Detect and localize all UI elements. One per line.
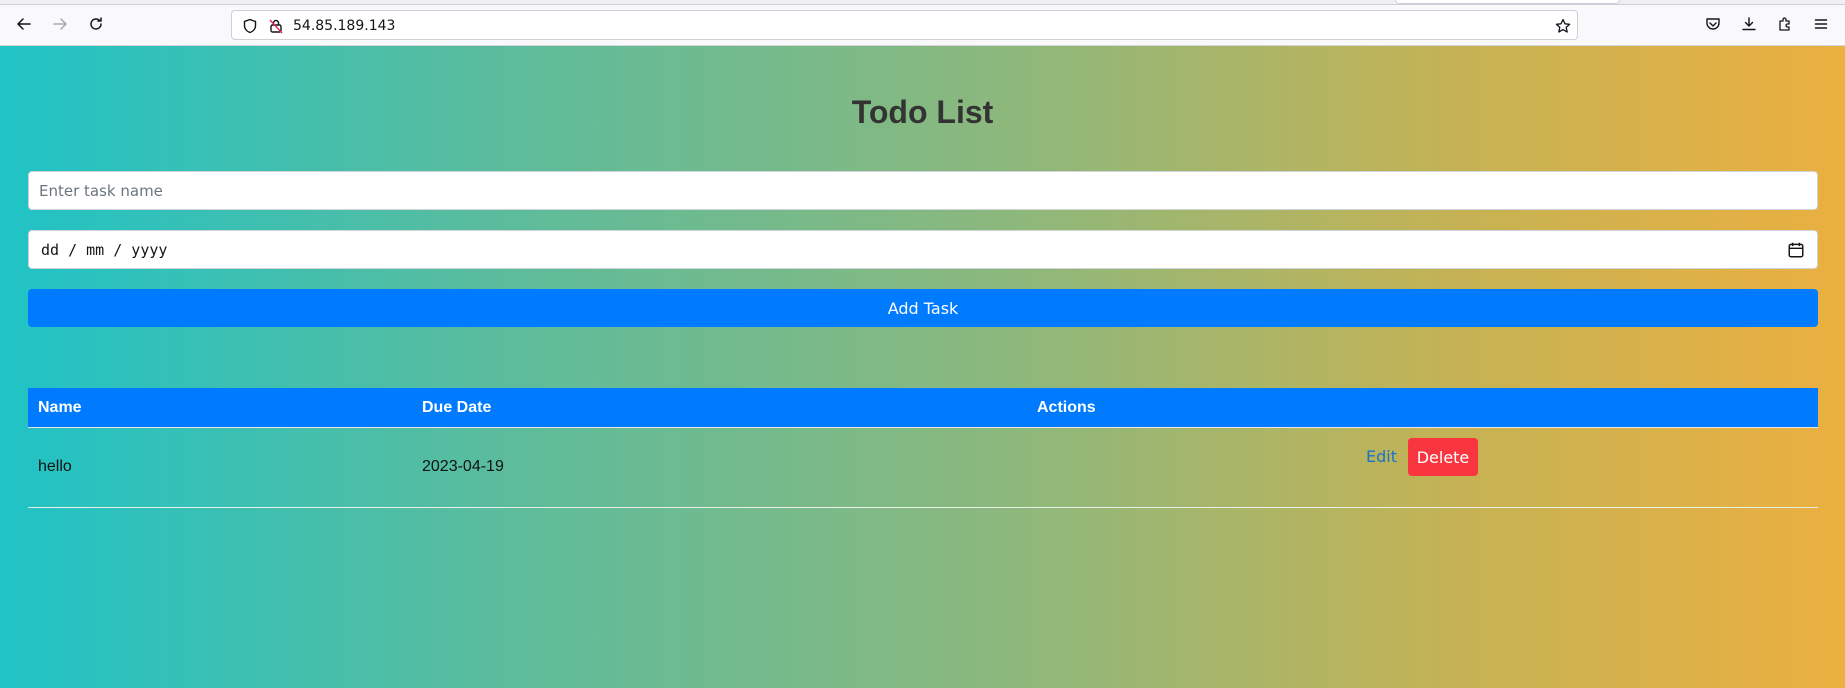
url-text[interactable]: 54.85.189.143 <box>293 18 395 34</box>
active-tab-edge[interactable] <box>1395 0 1620 4</box>
tasks-table: Name Due Date Actions hello 2023-04-19 E… <box>28 388 1818 508</box>
task-name-input-wrapper[interactable] <box>28 171 1818 210</box>
edit-button[interactable]: Edit <box>1366 447 1397 466</box>
extensions-icon[interactable] <box>1772 11 1798 37</box>
date-placeholder: dd / mm / yyyy <box>41 241 168 259</box>
table-header: Name Due Date Actions <box>28 388 1818 428</box>
due-date-input[interactable]: dd / mm / yyyy <box>28 230 1818 269</box>
header-name: Name <box>38 399 82 416</box>
pocket-icon[interactable] <box>1700 11 1726 37</box>
table-row: hello 2023-04-19 Edit Delete <box>28 428 1818 508</box>
forward-icon[interactable] <box>47 11 73 37</box>
page-content: Todo List dd / mm / yyyy Add Task Name D… <box>0 46 1845 688</box>
header-due-date: Due Date <box>422 399 492 416</box>
bookmark-star-icon[interactable] <box>1554 17 1572 35</box>
browser-toolbar: 54.85.189.143 <box>0 0 1845 46</box>
url-bar[interactable]: 54.85.189.143 <box>231 10 1578 40</box>
tab-strip <box>0 0 1845 5</box>
back-icon[interactable] <box>11 11 37 37</box>
delete-button[interactable]: Delete <box>1408 438 1478 476</box>
download-icon[interactable] <box>1736 11 1762 37</box>
header-actions: Actions <box>1037 399 1096 416</box>
task-name-cell: hello <box>38 458 72 475</box>
page-title: Todo List <box>851 94 994 130</box>
task-name-input[interactable] <box>29 172 1817 209</box>
menu-icon[interactable] <box>1808 11 1834 37</box>
insecure-lock-icon[interactable] <box>267 17 285 35</box>
add-task-button[interactable]: Add Task <box>28 289 1818 327</box>
task-due-date-cell: 2023-04-19 <box>422 458 504 475</box>
calendar-icon[interactable] <box>1787 241 1805 259</box>
reload-icon[interactable] <box>83 11 109 37</box>
shield-icon[interactable] <box>241 17 259 35</box>
